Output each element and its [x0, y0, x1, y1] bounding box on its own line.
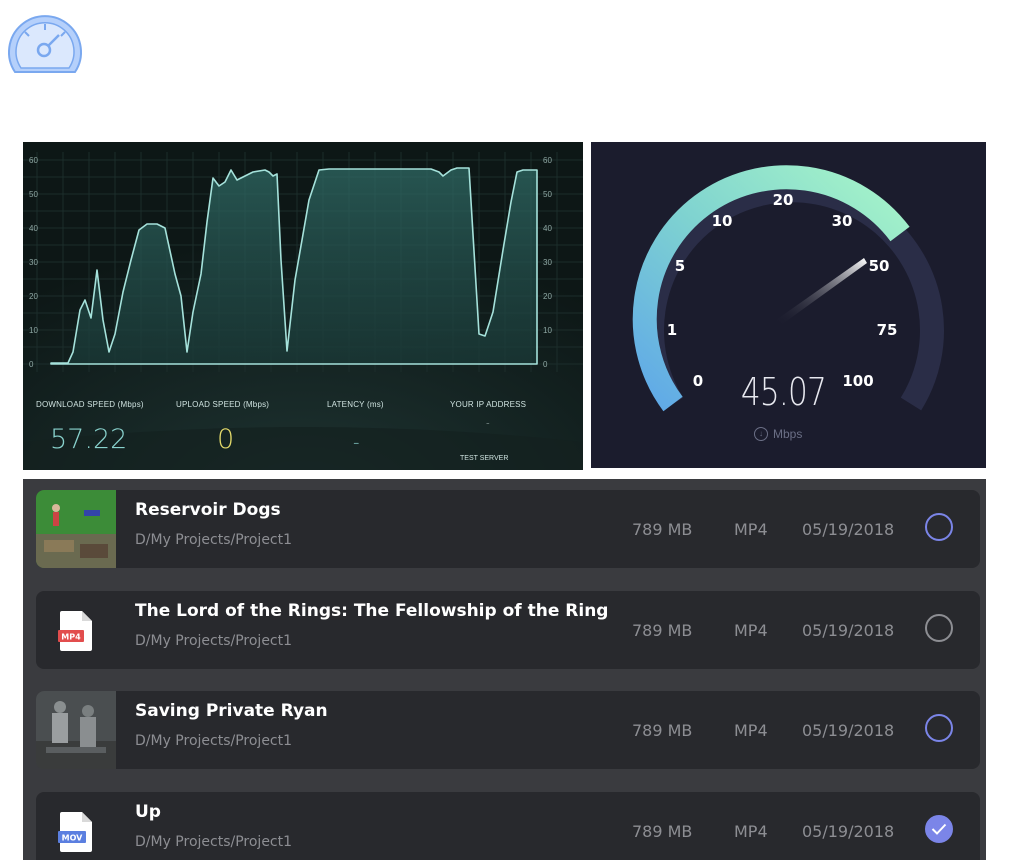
download-speed-value: 57.22 [50, 424, 128, 455]
file-path: D/My Projects/Project1 [135, 633, 293, 649]
file-type: MP4 [734, 822, 768, 841]
file-row[interactable]: Saving Private Ryan D/My Projects/Projec… [36, 691, 980, 769]
y-tick-label: 0 [543, 360, 548, 369]
gauge-scale-label: 50 [869, 257, 890, 275]
speed-test-chart: 60 50 40 30 20 10 0 60 50 40 30 20 10 0 DOWNLOAD SPE… [23, 142, 583, 470]
speed-unit-label: Mbps [773, 427, 803, 441]
file-type: MP4 [734, 520, 768, 539]
gauge-dial: 0151020305075100 [632, 165, 944, 412]
file-title: Reservoir Dogs [135, 500, 281, 520]
file-size: 789 MB [632, 520, 693, 539]
y-tick-label: 20 [543, 292, 552, 301]
speed-value: 45.07 [740, 370, 827, 414]
gauge-scale-label: 30 [832, 212, 853, 230]
file-size: 789 MB [632, 822, 693, 841]
file-date: 05/19/2018 [802, 621, 895, 640]
checkmark-icon [931, 823, 947, 835]
speed-unit: ↓ Mbps [754, 427, 802, 441]
file-row[interactable]: MOV Up D/My Projects/Project1 789 MB MP4… [36, 792, 980, 860]
select-checkbox[interactable] [925, 714, 953, 742]
download-speed-label: DOWNLOAD SPEED (Mbps) [36, 400, 144, 409]
upload-speed-label: UPLOAD SPEED (Mbps) [176, 400, 270, 409]
video-thumbnail [36, 691, 116, 769]
file-title: Up [135, 802, 161, 822]
select-checkbox[interactable] [925, 614, 953, 642]
y-tick-label: 50 [29, 190, 38, 199]
file-row[interactable]: Reservoir Dogs D/My Projects/Project1 78… [36, 490, 980, 568]
latency-label: LATENCY (ms) [327, 400, 384, 409]
gauge-scale-label: 1 [667, 321, 677, 339]
file-type: MP4 [734, 621, 768, 640]
file-row[interactable]: MP4 The Lord of the Rings: The Fellowshi… [36, 591, 980, 669]
test-server-label: TEST SERVER [460, 455, 509, 462]
file-size: 789 MB [632, 721, 693, 740]
file-type-badge: MP4 [61, 633, 81, 642]
gauge-scale-label: 10 [712, 212, 733, 230]
mp4-file-icon: MP4 [58, 611, 94, 651]
speedometer-icon [8, 15, 82, 73]
file-thumbnail: MP4 [36, 591, 116, 669]
mov-file-icon: MOV [58, 812, 94, 852]
y-tick-label: 60 [543, 156, 552, 165]
file-type: MP4 [734, 721, 768, 740]
file-path: D/My Projects/Project1 [135, 532, 293, 548]
y-tick-label: 60 [29, 156, 38, 165]
select-checkbox-checked[interactable] [925, 815, 953, 843]
file-date: 05/19/2018 [802, 822, 895, 841]
file-title: The Lord of the Rings: The Fellowship of… [135, 601, 609, 621]
y-tick-label: 10 [29, 326, 38, 335]
y-tick-label: 0 [29, 360, 34, 369]
file-type-badge: MOV [62, 834, 84, 843]
y-tick-label: 10 [543, 326, 552, 335]
speed-gauge: 0 1 5 10 20 30 50 75 100 45.07 ↓ Mbps [591, 142, 986, 468]
file-size: 789 MB [632, 621, 693, 640]
file-thumbnail: MOV [36, 792, 116, 860]
video-thumbnail [36, 490, 116, 568]
y-tick-label: 50 [543, 190, 552, 199]
file-date: 05/19/2018 [802, 520, 895, 539]
y-tick-label: 30 [29, 258, 38, 267]
speed-history-graph: 60 50 40 30 20 10 0 60 50 40 30 20 10 0 [23, 142, 583, 470]
ip-address-label: YOUR IP ADDRESS [450, 400, 527, 409]
file-path: D/My Projects/Project1 [135, 834, 293, 850]
file-list: Reservoir Dogs D/My Projects/Project1 78… [23, 479, 986, 860]
gauge-scale-label: 5 [675, 257, 685, 275]
y-tick-label: 20 [29, 292, 38, 301]
gauge-scale-label: 75 [877, 321, 898, 339]
y-tick-label: 40 [543, 224, 552, 233]
file-title: Saving Private Ryan [135, 701, 328, 721]
gauge-scale-label: 20 [773, 191, 794, 209]
y-tick-label: 30 [543, 258, 552, 267]
ip-address-value: - [486, 418, 490, 429]
file-path: D/My Projects/Project1 [135, 733, 293, 749]
y-tick-label: 40 [29, 224, 38, 233]
file-date: 05/19/2018 [802, 721, 895, 740]
latency-value: - [353, 432, 360, 453]
upload-speed-value: 0 [217, 424, 235, 455]
download-arrow-icon: ↓ [754, 427, 768, 441]
select-checkbox[interactable] [925, 513, 953, 541]
